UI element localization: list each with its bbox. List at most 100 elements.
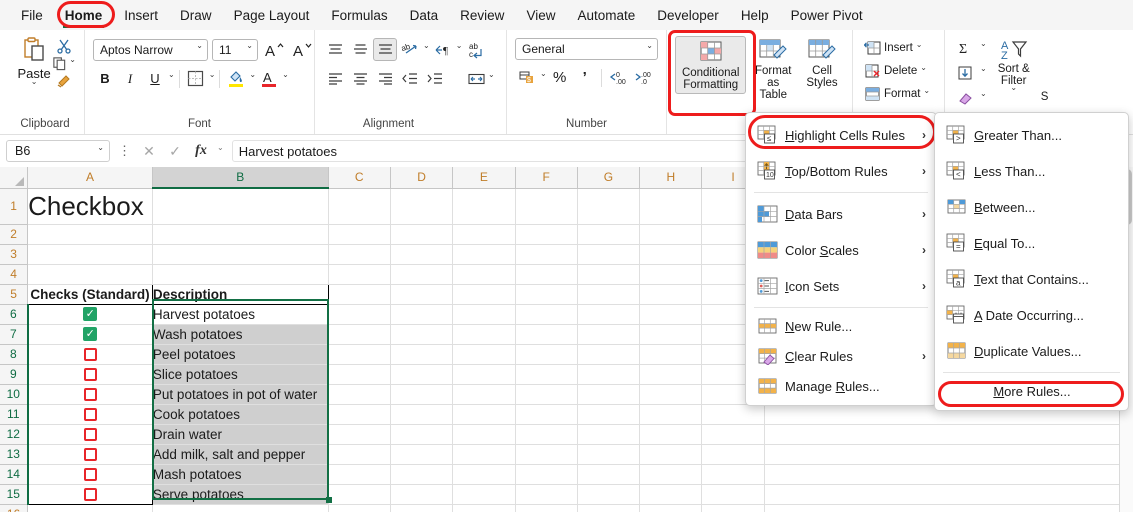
checkbox-unchecked-icon[interactable] <box>83 407 97 421</box>
cell-c10[interactable] <box>328 384 391 405</box>
cell-c1[interactable] <box>328 188 391 225</box>
row-header-12[interactable]: 12 <box>0 424 29 445</box>
checkbox-unchecked-icon[interactable] <box>83 427 97 441</box>
cell-h9[interactable] <box>639 364 703 385</box>
font-color-chevron-down-icon[interactable] <box>282 74 289 83</box>
cell-a7-checkbox[interactable]: ✓ <box>27 324 153 345</box>
menu-item-greater-than[interactable]: > Greater Than... <box>935 117 1128 153</box>
font-size-chevron-down-icon[interactable] <box>246 45 253 54</box>
menu-item-highlight-cells-rules[interactable]: ≤ Highlight Cells Rules › <box>746 117 936 153</box>
fill-chevron-down-icon[interactable] <box>980 68 987 77</box>
delete-chevron-down-icon[interactable] <box>920 67 927 76</box>
fill-down-icon[interactable] <box>953 61 977 84</box>
cell-e10[interactable] <box>452 384 516 405</box>
increase-font-size-button[interactable]: A <box>262 38 286 61</box>
cell-d6[interactable] <box>390 304 454 325</box>
cell-f16[interactable] <box>515 504 578 512</box>
cell-d8[interactable] <box>390 344 454 365</box>
cell-e9[interactable] <box>452 364 516 385</box>
cell-h15[interactable] <box>639 484 703 505</box>
paste-button[interactable]: Paste <box>16 36 52 90</box>
cell-a6-checkbox[interactable]: ✓ <box>27 304 153 325</box>
increase-indent-icon[interactable] <box>423 67 447 90</box>
cell-d4[interactable] <box>390 264 454 285</box>
cell-i13[interactable] <box>701 444 765 465</box>
row-header-11[interactable]: 11 <box>0 404 29 425</box>
font-name-chevron-down-icon[interactable] <box>196 45 203 54</box>
tab-home[interactable]: Home <box>54 4 114 28</box>
cell-b5-description-header[interactable]: Description <box>152 283 329 305</box>
cell-d11[interactable] <box>390 404 454 425</box>
font-name-input[interactable]: Aptos Narrow <box>93 38 208 61</box>
cell-g4[interactable] <box>577 264 641 285</box>
menu-item-duplicate-values[interactable]: Duplicate Values... <box>935 333 1128 369</box>
checkbox-unchecked-icon[interactable] <box>83 447 97 461</box>
cell-d5[interactable] <box>390 284 454 305</box>
font-color-icon[interactable]: A <box>257 67 281 90</box>
row-header-14[interactable]: 14 <box>0 464 29 485</box>
menu-item-new-rule[interactable]: New Rule... <box>746 311 936 341</box>
cell-a8-checkbox[interactable] <box>27 344 153 365</box>
row-header-7[interactable]: 7 <box>0 324 29 345</box>
cell-f6[interactable] <box>515 304 578 325</box>
cell-f8[interactable] <box>515 344 578 365</box>
copy-icon[interactable] <box>52 56 67 71</box>
delete-cells-button[interactable]: Delete <box>861 60 930 82</box>
cell-c12[interactable] <box>328 424 391 445</box>
number-format-select[interactable]: General <box>515 38 658 60</box>
cell-d13[interactable] <box>390 444 454 465</box>
align-center-icon[interactable] <box>348 67 372 90</box>
cell-g15[interactable] <box>577 484 641 505</box>
cell-c13[interactable] <box>328 444 391 465</box>
cell-a1[interactable]: Checkbox <box>27 188 153 225</box>
insert-cells-button[interactable]: Insert <box>861 37 925 59</box>
copy-chevron-down-icon[interactable] <box>69 59 76 68</box>
column-header-a[interactable]: A <box>27 167 153 189</box>
cell-f3[interactable] <box>515 244 578 265</box>
cell-b12[interactable]: Drain water <box>152 424 329 445</box>
format-chevron-down-icon[interactable] <box>923 90 930 99</box>
cell-f5[interactable] <box>515 284 578 305</box>
cell-b14[interactable]: Mash potatoes <box>152 464 329 485</box>
cell-b3[interactable] <box>152 244 329 265</box>
menu-item-less-than[interactable]: < Less Than... <box>935 153 1128 189</box>
cell-g11[interactable] <box>577 404 641 425</box>
insert-chevron-down-icon[interactable] <box>916 44 923 53</box>
cell-a5-checks-header[interactable]: Checks (Standard) <box>27 283 153 305</box>
cell-g2[interactable] <box>577 224 641 245</box>
underline-chevron-down-icon[interactable] <box>168 74 175 83</box>
cell-c11[interactable] <box>328 404 391 425</box>
decrease-indent-icon[interactable] <box>398 67 422 90</box>
align-top-icon[interactable] <box>323 38 347 61</box>
autosum-icon[interactable]: Σ <box>953 36 977 59</box>
menu-item-icon-sets[interactable]: Icon Sets › <box>746 268 936 304</box>
borders-chevron-down-icon[interactable] <box>209 74 216 83</box>
tab-data[interactable]: Data <box>399 4 450 27</box>
cell-f10[interactable] <box>515 384 578 405</box>
cell-c5[interactable] <box>328 284 391 305</box>
orientation-icon[interactable]: ab <box>398 38 422 61</box>
cell-i12[interactable] <box>701 424 765 445</box>
cell-g8[interactable] <box>577 344 641 365</box>
cell-h11[interactable] <box>639 404 703 425</box>
cell-d12[interactable] <box>390 424 454 445</box>
tab-page-layout[interactable]: Page Layout <box>223 4 321 27</box>
menu-item-clear-rules[interactable]: Clear Rules › <box>746 341 936 371</box>
format-painter-icon[interactable] <box>56 73 72 89</box>
cell-b16[interactable] <box>152 504 329 512</box>
cell-c6[interactable] <box>328 304 391 325</box>
cell-d2[interactable] <box>390 224 454 245</box>
cell-c8[interactable] <box>328 344 391 365</box>
cell-a16[interactable] <box>27 504 153 512</box>
cell-g13[interactable] <box>577 444 641 465</box>
row-header-5[interactable]: 5 <box>0 284 29 305</box>
merge-and-center-icon[interactable] <box>464 67 488 90</box>
cell-g12[interactable] <box>577 424 641 445</box>
fx-icon[interactable]: fx <box>191 141 211 161</box>
clear-eraser-icon[interactable] <box>953 86 977 109</box>
autosum-chevron-down-icon[interactable] <box>980 43 987 52</box>
cell-b1[interactable] <box>152 188 329 225</box>
cell-f15[interactable] <box>515 484 578 505</box>
cell-c15[interactable] <box>328 484 391 505</box>
cell-a2[interactable] <box>27 224 153 245</box>
